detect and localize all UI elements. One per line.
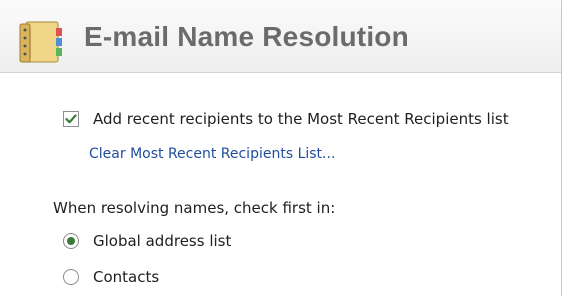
address-book-icon: [19, 21, 62, 63]
radio-selected-dot: [67, 237, 75, 245]
checkmark-icon: [65, 114, 77, 124]
section-header: E-mail Name Resolution: [0, 0, 561, 73]
radio-contacts[interactable]: Contacts: [63, 268, 159, 286]
contacts-label: Contacts: [93, 268, 160, 286]
resolution-prompt: When resolving names, check first in:: [53, 199, 336, 217]
recent-recipients-checkbox[interactable]: [63, 111, 79, 127]
clear-recent-recipients-link[interactable]: Clear Most Recent Recipients List...: [89, 146, 335, 162]
page-title: E-mail Name Resolution: [84, 21, 409, 52]
global-address-list-label: Global address list: [93, 232, 232, 250]
recent-recipients-row[interactable]: Add recent recipients to the Most Recent…: [63, 110, 509, 128]
global-address-list-radio[interactable]: [63, 233, 79, 249]
contacts-radio[interactable]: [63, 269, 79, 285]
radio-global-address-list[interactable]: Global address list: [63, 232, 231, 250]
settings-panel: E-mail Name Resolution Add recent recipi…: [0, 0, 562, 296]
recent-recipients-label: Add recent recipients to the Most Recent…: [93, 110, 509, 128]
